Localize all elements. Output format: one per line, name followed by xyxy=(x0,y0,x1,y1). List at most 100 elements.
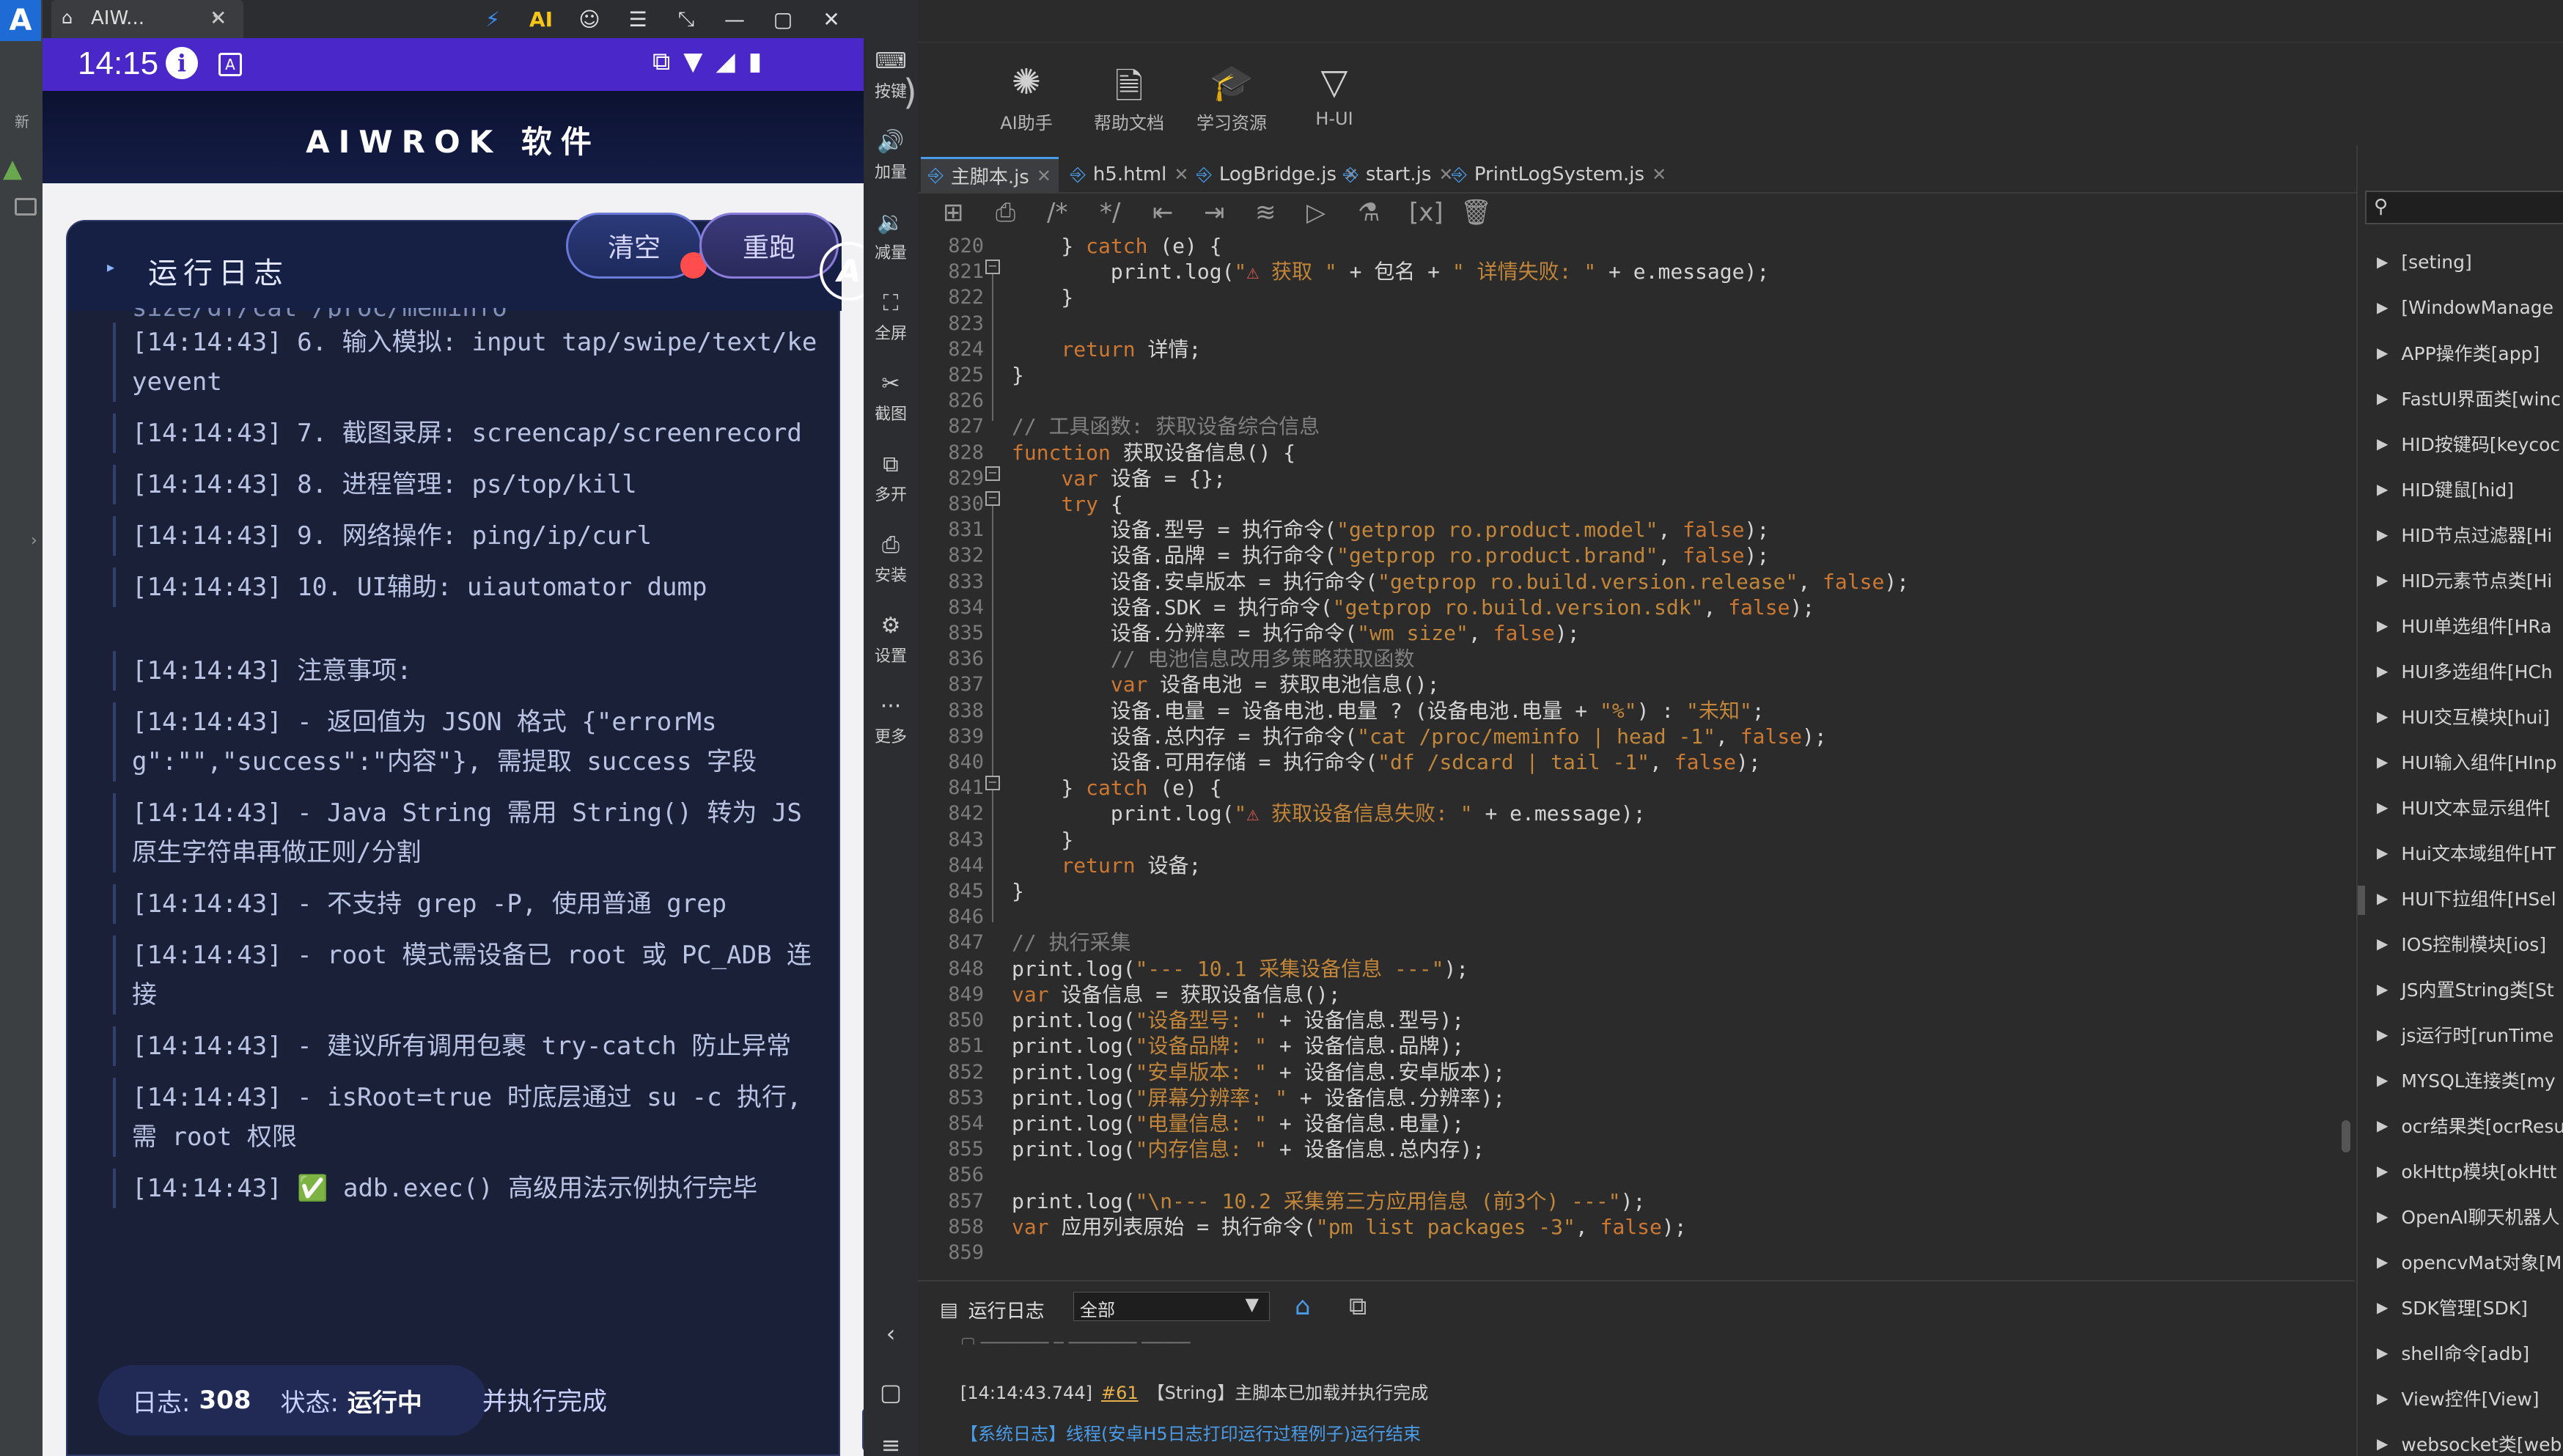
expand-arrow-icon[interactable]: ▶ xyxy=(2377,935,2388,952)
tab-h5-html[interactable]: ⎆ h5.html ✕ xyxy=(1070,157,1188,192)
h-ui-button[interactable]: ▽ H-UI xyxy=(1283,62,1386,129)
expand-arrow-icon[interactable]: ▶ xyxy=(2377,298,2388,316)
expand-arrow-icon[interactable]: ▶ xyxy=(2377,1298,2388,1316)
code-editor[interactable]: 820 821 822 823 824 825 826 827 828 829 830 831 832 8… xyxy=(918,233,2355,1267)
ai-icon[interactable]: AI xyxy=(523,4,559,34)
uncomment-icon[interactable]: */ xyxy=(1100,198,1120,227)
log-link[interactable]: #61 xyxy=(1101,1383,1139,1403)
clean-broom-icon[interactable]: ⌂ xyxy=(1295,1292,1311,1321)
expand-arrow-icon[interactable]: ▶ xyxy=(2377,707,2388,725)
volume-down-tool[interactable]: 🔉 减量 xyxy=(864,210,918,263)
expand-arrow-icon[interactable]: ▶ xyxy=(2377,389,2388,407)
api-tree-item[interactable]: ▶ HUI单选组件[HRa xyxy=(2358,603,2563,648)
api-tree-item[interactable]: ▶ Hui文本域组件[HT xyxy=(2358,830,2563,875)
tab-logbridge[interactable]: ⎆ LogBridge.js ✕ xyxy=(1196,157,1358,192)
tab-printlogsystem[interactable]: ⎆ PrintLogSystem.js ✕ xyxy=(1452,157,1666,192)
new-file-icon[interactable]: ⊞ xyxy=(943,198,964,227)
api-tree-item[interactable]: ▶ SDK管理[SDK] xyxy=(2358,1284,2563,1330)
api-tree-item[interactable]: ▶ HUI下拉组件[HSel xyxy=(2358,875,2563,921)
expand-arrow-icon[interactable]: ▶ xyxy=(2377,1253,2388,1271)
fold-toggle[interactable]: − xyxy=(985,491,1000,506)
android-icon[interactable]: ▲ xyxy=(3,154,31,183)
close-icon[interactable]: ✕ xyxy=(814,4,849,34)
popout-icon[interactable]: ⧉ xyxy=(1349,1292,1367,1321)
format-icon[interactable]: ≋ xyxy=(1255,198,1276,227)
new-label[interactable]: 新 xyxy=(15,110,29,131)
more-tool[interactable]: ··· 更多 xyxy=(864,694,918,747)
api-tree-item[interactable]: ▶ shell命令[adb] xyxy=(2358,1330,2563,1375)
tab-close-icon[interactable]: ✕ xyxy=(1174,164,1188,185)
api-tree-item[interactable]: ▶ okHttp模块[okHtt xyxy=(2358,1148,2563,1194)
home-nav-icon[interactable]: ▢ xyxy=(864,1378,918,1406)
multi-open-tool[interactable]: ⧉ 多开 xyxy=(864,452,918,505)
api-tree-item[interactable]: ▶ HUI多选组件[HCh xyxy=(2358,648,2563,694)
recents-nav-icon[interactable]: ≡ xyxy=(864,1431,918,1456)
outdent-icon[interactable]: ⇤ xyxy=(1152,198,1174,227)
tab-close-icon[interactable]: ✕ xyxy=(1037,166,1051,186)
partial-toolbar-icon[interactable]: ) xyxy=(903,72,917,113)
ai-assistant-button[interactable]: ✺ AI助手 xyxy=(975,62,1078,134)
tab-main-script[interactable]: ⎆ 主脚本.js ✕ xyxy=(921,157,1059,192)
flask-icon[interactable]: ⚗ xyxy=(1358,198,1380,227)
expand-arrow-icon[interactable]: ▶ xyxy=(2377,844,2388,861)
expand-arrow-icon[interactable]: ▶ xyxy=(2377,1117,2388,1134)
variable-icon[interactable]: [x] xyxy=(1409,198,1444,227)
trash-icon[interactable]: 🗑 xyxy=(1460,198,1492,227)
bolt-icon[interactable]: ⚡ xyxy=(475,4,510,34)
api-tree-item[interactable]: ▶ HID元素节点类[Hi xyxy=(2358,557,2563,603)
maximize-icon[interactable]: ▢ xyxy=(765,4,801,34)
expand-arrow-icon[interactable]: ▶ xyxy=(2377,889,2388,907)
api-panel-scrollbar[interactable] xyxy=(2358,886,2365,915)
api-tree-item[interactable]: ▶ HUI交互模块[hui] xyxy=(2358,694,2563,739)
api-tree-item[interactable]: ▶ websocket类[web xyxy=(2358,1421,2563,1456)
api-tree-item[interactable]: ▶ HUI输入组件[HInp xyxy=(2358,739,2563,784)
expand-arrow-icon[interactable]: ▶ xyxy=(2377,1389,2388,1407)
api-tree-item[interactable]: ▶ opencvMat对象[M xyxy=(2358,1239,2563,1284)
resize-icon[interactable]: ⤡ xyxy=(669,4,704,34)
api-tree-item[interactable]: ▶ HUI文本显示组件[ xyxy=(2358,784,2563,830)
api-tree-item[interactable]: ▶ FastUI界面类[winc xyxy=(2358,375,2563,421)
screenshot-tool[interactable]: ✂ 截图 xyxy=(864,371,918,424)
fullscreen-tool[interactable]: ⛶ 全屏 xyxy=(864,290,918,344)
expand-arrow-icon[interactable]: ▶ xyxy=(2377,1435,2388,1452)
expand-arrow-icon[interactable]: ▶ xyxy=(2377,1026,2388,1043)
menu-icon[interactable]: ☰ xyxy=(620,4,655,34)
api-search-input[interactable]: ⚲ xyxy=(2365,191,2563,224)
run-icon[interactable]: ▷ xyxy=(1306,198,1325,227)
code-content[interactable]: } catch (e) { print.log("⚠ 获取 " + 包名 + "… xyxy=(1012,233,2331,1267)
api-tree-item[interactable]: ▶ HID节点过滤器[Hi xyxy=(2358,512,2563,557)
api-tree-item[interactable]: ▶ View控件[View] xyxy=(2358,1375,2563,1421)
expand-arrow-icon[interactable]: ▶ xyxy=(2377,662,2388,680)
back-nav-icon[interactable]: ‹ xyxy=(864,1320,918,1347)
comment-icon[interactable]: /* xyxy=(1047,198,1067,227)
api-tree-item[interactable]: ▶ [WindowManage xyxy=(2358,284,2563,330)
expand-arrow-icon[interactable]: ▶ xyxy=(2377,617,2388,634)
expand-arrow-icon[interactable]: ▶ xyxy=(2377,1344,2388,1361)
expand-arrow-icon[interactable]: ▶ xyxy=(2377,980,2388,998)
expand-arrow-icon[interactable]: ▶ xyxy=(2377,253,2388,271)
learning-resources-button[interactable]: 🎓 学习资源 xyxy=(1180,62,1283,134)
expand-arrow-icon[interactable]: ▶ xyxy=(2377,798,2388,816)
expand-arrow-icon[interactable]: › xyxy=(31,532,37,550)
api-tree-item[interactable]: ▶ HID键鼠[hid] xyxy=(2358,466,2563,512)
install-tool[interactable]: ⎙ 安装 xyxy=(864,532,918,586)
api-tree-item[interactable]: ▶ ocr结果类[ocrResu xyxy=(2358,1103,2563,1148)
expand-arrow-icon[interactable]: ▶ xyxy=(2377,435,2388,452)
expand-arrow-icon[interactable]: ▶ xyxy=(2377,1162,2388,1180)
print-icon[interactable]: ⎙ xyxy=(996,198,1015,227)
indent-icon[interactable]: ⇥ xyxy=(1204,198,1225,227)
expand-arrow-icon[interactable]: ▶ xyxy=(2377,526,2388,543)
api-tree-item[interactable]: ▶ HID按键码[keycoc xyxy=(2358,421,2563,466)
api-tree-item[interactable]: ▶ [seting] xyxy=(2358,239,2563,284)
api-tree-item[interactable]: ▶ IOS控制模块[ios] xyxy=(2358,921,2563,966)
tab-close-icon[interactable]: ✕ xyxy=(1652,164,1666,185)
expand-arrow-icon[interactable]: ▶ xyxy=(2377,480,2388,498)
log-filter-select[interactable]: 全部 ▼ xyxy=(1073,1292,1270,1321)
api-tree-item[interactable]: ▶ APP操作类[app] xyxy=(2358,330,2563,375)
expand-arrow-icon[interactable]: ▶ xyxy=(2377,1207,2388,1225)
fold-toggle[interactable]: − xyxy=(985,776,1000,790)
expand-arrow-icon[interactable]: ▶ xyxy=(2377,753,2388,771)
account-icon[interactable]: ☺ xyxy=(572,4,607,34)
minimize-icon[interactable]: — xyxy=(717,4,752,34)
chevron-down-icon[interactable]: ⌄ xyxy=(210,3,224,23)
